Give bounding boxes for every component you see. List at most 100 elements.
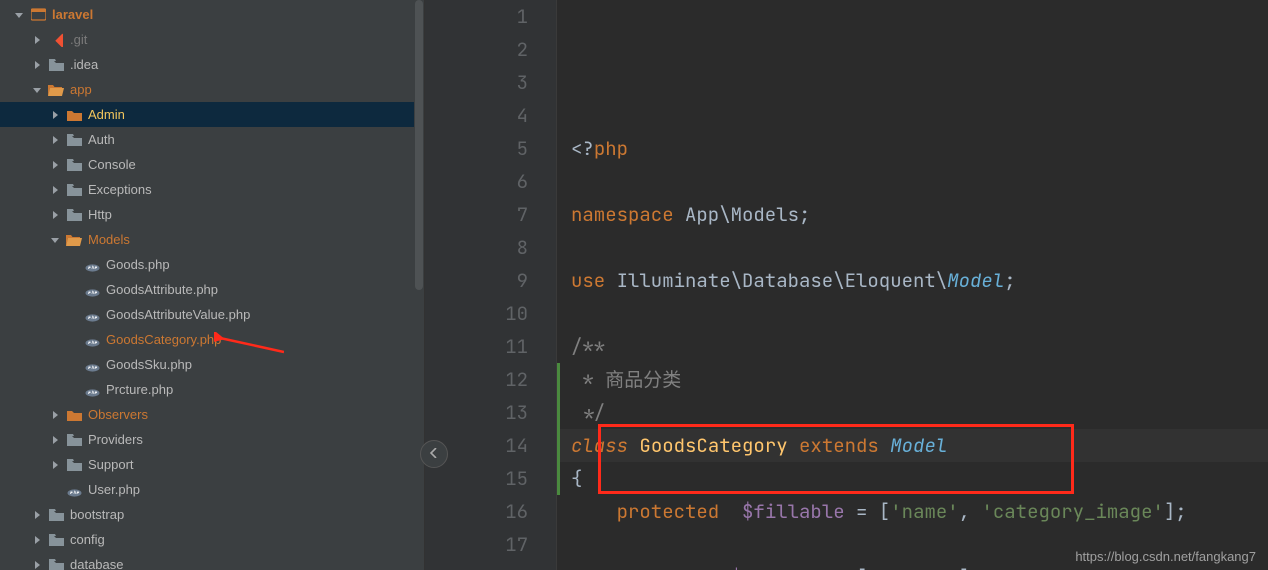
tree-item-http[interactable]: Http xyxy=(0,202,424,227)
code-line[interactable] xyxy=(571,297,1268,330)
code-token: 'levels' xyxy=(867,565,958,570)
line-number[interactable]: 12 xyxy=(433,363,528,396)
line-number[interactable]: 1 xyxy=(433,0,528,33)
line-number[interactable]: 3 xyxy=(433,66,528,99)
code-token: 'name' xyxy=(890,499,958,524)
tree-item-label: GoodsSku.php xyxy=(106,352,192,377)
line-number-gutter[interactable]: 1234567891011121314151617 xyxy=(433,0,557,570)
line-number[interactable]: 7 xyxy=(433,198,528,231)
tree-item-label: bootstrap xyxy=(70,502,124,527)
folder-icon xyxy=(66,182,82,198)
tree-item-goodscategory-php[interactable]: GoodsCategory.php xyxy=(0,327,424,352)
line-number[interactable]: 11 xyxy=(433,330,528,363)
code-token: */ xyxy=(571,400,605,425)
code-line[interactable]: */ xyxy=(571,396,1268,429)
vcs-change-marker xyxy=(557,363,560,495)
panel-collapse-button[interactable] xyxy=(420,440,448,468)
tree-expand-right-icon[interactable] xyxy=(32,536,42,544)
folder-icon xyxy=(48,507,64,523)
tree-expand-down-icon[interactable] xyxy=(50,236,60,244)
code-line[interactable] xyxy=(571,165,1268,198)
tree-expand-right-icon[interactable] xyxy=(32,511,42,519)
code-editor: 1234567891011121314151617 <?php namespac… xyxy=(433,0,1268,570)
line-number[interactable]: 2 xyxy=(433,33,528,66)
tree-item-support[interactable]: Support xyxy=(0,452,424,477)
tree-item-prcture-php[interactable]: Prcture.php xyxy=(0,377,424,402)
line-number[interactable]: 13 xyxy=(433,396,528,429)
line-number[interactable]: 10 xyxy=(433,297,528,330)
tree-item-user-php[interactable]: User.php xyxy=(0,477,424,502)
code-token: App\Models; xyxy=(674,202,811,227)
tree-item-models[interactable]: Models xyxy=(0,227,424,252)
code-line[interactable]: { xyxy=(571,462,1268,495)
code-token: [ xyxy=(845,565,868,570)
code-token: * 商品分类 xyxy=(571,367,681,392)
line-number[interactable]: 5 xyxy=(433,132,528,165)
tree-item-config[interactable]: config xyxy=(0,527,424,552)
tree-item-label: Console xyxy=(88,152,136,177)
tree-expand-right-icon[interactable] xyxy=(32,561,42,569)
tree-item-auth[interactable]: Auth xyxy=(0,127,424,152)
folder-icon xyxy=(66,132,82,148)
line-number[interactable]: 4 xyxy=(433,99,528,132)
tree-item-admin[interactable]: Admin xyxy=(0,102,424,127)
line-number[interactable]: 9 xyxy=(433,264,528,297)
code-line[interactable]: <?php xyxy=(571,132,1268,165)
git-icon xyxy=(48,32,64,48)
project-tree[interactable]: laravel.git.ideaappAdminAuthConsoleExcep… xyxy=(0,0,424,570)
line-number[interactable]: 6 xyxy=(433,165,528,198)
code-line[interactable]: /** xyxy=(571,330,1268,363)
tree-item-label: app xyxy=(70,77,92,102)
tree-expand-right-icon[interactable] xyxy=(50,461,60,469)
tree-expand-down-icon[interactable] xyxy=(32,86,42,94)
tree-scrollbar-thumb[interactable] xyxy=(415,0,423,290)
code-token xyxy=(719,565,730,570)
tree-item-goods-php[interactable]: Goods.php xyxy=(0,252,424,277)
tree-expand-right-icon[interactable] xyxy=(50,411,60,419)
line-number[interactable]: 17 xyxy=(433,528,528,561)
tree-expand-right-icon[interactable] xyxy=(50,161,60,169)
line-number[interactable]: 8 xyxy=(433,231,528,264)
tree-expand-right-icon[interactable] xyxy=(50,211,60,219)
tree-item-exceptions[interactable]: Exceptions xyxy=(0,177,424,202)
tree-item-label: Http xyxy=(88,202,112,227)
tree-item--idea[interactable]: .idea xyxy=(0,52,424,77)
tree-item-label: Exceptions xyxy=(88,177,152,202)
tree-item-goodsattribute-php[interactable]: GoodsAttribute.php xyxy=(0,277,424,302)
tree-item-database[interactable]: database xyxy=(0,552,424,570)
tree-expand-right-icon[interactable] xyxy=(50,111,60,119)
watermark-text: https://blog.csdn.net/fangkang7 xyxy=(1075,549,1256,564)
code-line[interactable]: * 商品分类 xyxy=(571,363,1268,396)
tree-item-goodssku-php[interactable]: GoodsSku.php xyxy=(0,352,424,377)
tree-expand-right-icon[interactable] xyxy=(32,36,42,44)
code-token: use xyxy=(571,268,605,293)
tree-item-label: laravel xyxy=(52,2,93,27)
line-number[interactable]: 15 xyxy=(433,462,528,495)
tree-expand-down-icon[interactable] xyxy=(14,11,24,19)
tree-expand-right-icon[interactable] xyxy=(50,186,60,194)
tree-item-console[interactable]: Console xyxy=(0,152,424,177)
tree-item-label: GoodsAttributeValue.php xyxy=(106,302,250,327)
line-number[interactable]: 16 xyxy=(433,495,528,528)
code-line[interactable]: namespace App\Models; xyxy=(571,198,1268,231)
tree-item-app[interactable]: app xyxy=(0,77,424,102)
panel-splitter[interactable] xyxy=(425,0,433,570)
code-line[interactable] xyxy=(571,231,1268,264)
code-token xyxy=(628,433,639,458)
tree-item-observers[interactable]: Observers xyxy=(0,402,424,427)
tree-expand-right-icon[interactable] xyxy=(50,436,60,444)
code-token: ]; xyxy=(1164,499,1187,524)
tree-expand-right-icon[interactable] xyxy=(50,136,60,144)
code-line[interactable]: use Illuminate\Database\Eloquent\Model; xyxy=(571,264,1268,297)
tree-item-goodsattributevalue-php[interactable]: GoodsAttributeValue.php xyxy=(0,302,424,327)
tree-item-providers[interactable]: Providers xyxy=(0,427,424,452)
tree-scrollbar[interactable] xyxy=(414,0,424,570)
folder-icon xyxy=(48,557,64,570)
code-content[interactable]: <?php namespace App\Models; use Illumina… xyxy=(557,0,1268,570)
code-token: = xyxy=(856,499,867,524)
tree-expand-right-icon[interactable] xyxy=(32,61,42,69)
tree-item-bootstrap[interactable]: bootstrap xyxy=(0,502,424,527)
code-line[interactable]: protected $fillable = ['name', 'category… xyxy=(571,495,1268,528)
tree-item--git[interactable]: .git xyxy=(0,27,424,52)
tree-item-laravel[interactable]: laravel xyxy=(0,2,424,27)
